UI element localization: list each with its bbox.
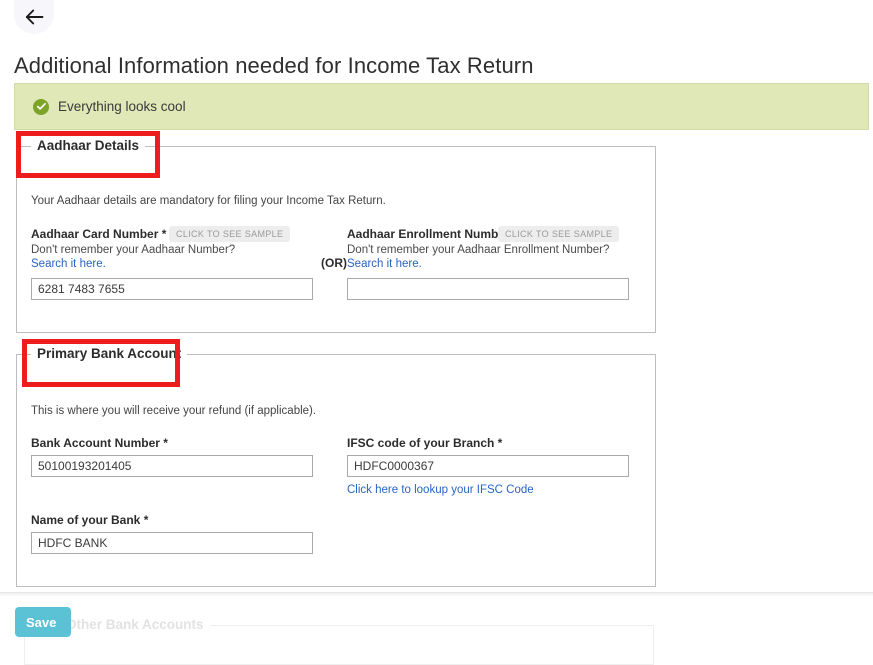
save-button[interactable]: Save xyxy=(15,607,71,637)
aadhaar-enrollment-search-link[interactable]: Search it here. xyxy=(347,258,422,270)
ifsc-code-label: IFSC code of your Branch * xyxy=(347,436,503,450)
bank-name-label: Name of your Bank * xyxy=(31,513,149,527)
all-other-bank-accounts-section: All Other Bank Accounts xyxy=(24,617,654,665)
bank-account-number-input[interactable] xyxy=(31,455,313,477)
aadhaar-enrollment-sample-badge[interactable]: CLICK TO SEE SAMPLE xyxy=(498,226,620,242)
page-title: Additional Information needed for Income… xyxy=(14,52,534,78)
check-circle-icon xyxy=(33,98,49,115)
success-banner: Everything looks cool xyxy=(14,83,869,130)
ifsc-lookup-link[interactable]: Click here to lookup your IFSC Code xyxy=(347,484,534,496)
arrow-left-icon xyxy=(25,9,44,25)
aadhaar-card-number-input[interactable] xyxy=(31,278,313,300)
aadhaar-details-legend: Aadhaar Details xyxy=(31,138,146,153)
bank-name-input[interactable] xyxy=(31,532,313,554)
aadhaar-card-number-label: Aadhaar Card Number * xyxy=(31,227,167,241)
aadhaar-enrollment-number-input[interactable] xyxy=(347,278,629,300)
primary-bank-account-legend: Primary Bank Account xyxy=(31,346,188,361)
aadhaar-enrollment-hint: Don't remember your Aadhaar Enrollment N… xyxy=(347,244,610,256)
aadhaar-card-hint: Don't remember your Aadhaar Number? xyxy=(31,244,236,256)
bank-description: This is where you will receive your refu… xyxy=(31,405,317,417)
aadhaar-card-sample-badge[interactable]: CLICK TO SEE SAMPLE xyxy=(169,226,291,242)
footer-divider xyxy=(0,592,873,598)
back-button[interactable] xyxy=(14,0,54,34)
bank-account-number-label: Bank Account Number * xyxy=(31,436,168,450)
ifsc-code-input[interactable] xyxy=(347,455,629,477)
aadhaar-card-search-link[interactable]: Search it here. xyxy=(31,258,106,270)
or-separator: (OR) xyxy=(321,256,347,270)
aadhaar-details-section: Aadhaar Details Your Aadhaar details are… xyxy=(16,138,656,333)
primary-bank-account-section: Primary Bank Account This is where you w… xyxy=(16,346,656,587)
success-banner-message: Everything looks cool xyxy=(58,99,186,114)
aadhaar-enrollment-number-label: Aadhaar Enrollment Number xyxy=(347,227,510,241)
aadhaar-description: Your Aadhaar details are mandatory for f… xyxy=(31,195,386,207)
